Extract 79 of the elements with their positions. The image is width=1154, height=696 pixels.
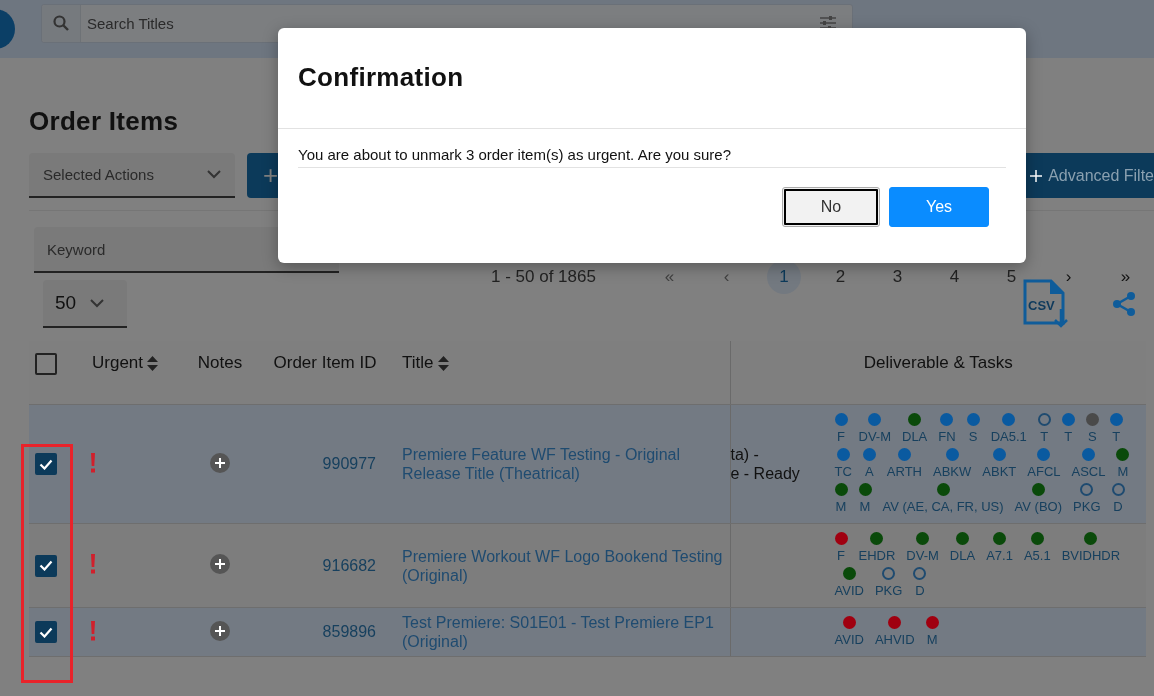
row-checkbox[interactable] bbox=[35, 554, 57, 577]
deliverable-label[interactable]: PKG bbox=[1073, 499, 1101, 515]
deliverable-label[interactable]: S bbox=[968, 429, 978, 445]
deliverable-label[interactable]: A7.1 bbox=[986, 548, 1013, 564]
sort-icon[interactable] bbox=[147, 355, 158, 371]
page-title: Order Items bbox=[29, 106, 180, 136]
deliverable-label[interactable]: PKG bbox=[874, 583, 903, 599]
plus-icon bbox=[1030, 169, 1043, 182]
check-icon bbox=[39, 458, 53, 470]
filter-sliders-icon[interactable] bbox=[819, 14, 837, 31]
deliverable-label[interactable]: DV-M bbox=[858, 429, 891, 445]
last-page-button[interactable]: » bbox=[1097, 262, 1154, 292]
deliverable-label[interactable]: A5.1 bbox=[1023, 548, 1051, 564]
deliverable-label[interactable]: BVIDHDR bbox=[1061, 548, 1121, 564]
deliverable-label[interactable]: S bbox=[1087, 429, 1097, 445]
chevron-down-icon bbox=[207, 170, 221, 179]
chevron-down-icon bbox=[90, 298, 105, 308]
deliverable-label[interactable]: AFCL bbox=[1027, 464, 1061, 480]
title-link[interactable]: Premiere Workout WF Logo Bookend Testing (Original) bbox=[402, 546, 729, 585]
check-icon bbox=[39, 560, 53, 571]
dialog-button[interactable]: No bbox=[782, 187, 880, 227]
deliverable-label[interactable]: T bbox=[1064, 429, 1073, 445]
order-item-id: 916682 bbox=[260, 523, 390, 608]
deliverable-label[interactable]: F bbox=[837, 429, 845, 445]
page-button[interactable]: 4 bbox=[926, 262, 983, 292]
deliverable-label[interactable]: M bbox=[926, 632, 938, 648]
column-header[interactable]: Urgent bbox=[92, 353, 143, 373]
cell-text: e - Ready bbox=[730, 464, 801, 483]
deliverable-label[interactable]: D bbox=[1113, 499, 1123, 515]
deliverable-label[interactable]: ARTH bbox=[886, 464, 922, 480]
dialog-button[interactable]: Yes bbox=[889, 187, 989, 227]
deliverable-label[interactable]: M bbox=[1117, 464, 1129, 480]
deliverable-label[interactable]: M bbox=[859, 499, 871, 515]
column-header: Order Item ID bbox=[273, 353, 377, 373]
order-item-id: 859896 bbox=[260, 607, 390, 657]
deliverable-label[interactable]: ABKW bbox=[933, 464, 972, 480]
deliverable-label[interactable]: ASCL bbox=[1071, 464, 1106, 480]
deliverable-label[interactable]: DLA bbox=[902, 429, 928, 445]
deliverable-label[interactable]: ABKT bbox=[982, 464, 1017, 480]
deliverable-label[interactable]: DV-M bbox=[906, 548, 939, 564]
deliverable-label[interactable]: T bbox=[1040, 429, 1049, 445]
deliverable-label[interactable]: AV (AE, CA, FR, US) bbox=[882, 499, 1004, 515]
deliverable-label[interactable]: DA5.1 bbox=[990, 429, 1027, 445]
deliverable-label[interactable]: FN bbox=[938, 429, 956, 445]
add-note-icon[interactable] bbox=[210, 620, 230, 641]
order-item-id: 990977 bbox=[260, 404, 390, 524]
deliverable-label[interactable]: AVID bbox=[834, 583, 864, 599]
deliverable-label[interactable]: TC bbox=[834, 464, 852, 480]
deliverable-label[interactable]: AVID bbox=[834, 632, 864, 648]
first-page-button[interactable]: « bbox=[641, 262, 698, 292]
deliverable-label[interactable]: M bbox=[835, 499, 847, 515]
selected-actions-dropdown[interactable]: Selected Actions bbox=[29, 153, 235, 198]
pagination-range: 1 - 50 of 1865 bbox=[491, 267, 597, 287]
deliverable-label[interactable]: F bbox=[837, 548, 845, 564]
search-icon[interactable] bbox=[53, 15, 69, 31]
previous-page-button[interactable]: ‹ bbox=[698, 262, 755, 292]
sort-icon[interactable] bbox=[437, 355, 449, 371]
deliverable-label[interactable]: D bbox=[915, 583, 925, 599]
column-header: Deliverable & Tasks bbox=[863, 353, 1013, 373]
deliverable-label[interactable]: T bbox=[1112, 429, 1121, 445]
add-note-icon[interactable] bbox=[210, 554, 230, 574]
row-checkbox[interactable] bbox=[35, 453, 57, 475]
select-all-checkbox[interactable] bbox=[35, 353, 57, 375]
page-button[interactable]: 3 bbox=[869, 262, 926, 292]
deliverable-label[interactable]: DLA bbox=[949, 548, 976, 564]
add-note-icon[interactable] bbox=[210, 452, 230, 473]
deliverable-label[interactable]: EHDR bbox=[858, 548, 896, 564]
page-button[interactable]: 2 bbox=[812, 262, 869, 292]
column-header: Notes bbox=[197, 353, 243, 373]
column-header[interactable]: Title bbox=[402, 353, 434, 373]
page-size-select[interactable]: 50 bbox=[43, 280, 127, 328]
dialog-title: Confirmation bbox=[297, 61, 465, 94]
cell-text: ta) - bbox=[730, 445, 760, 464]
row-checkbox[interactable] bbox=[35, 621, 57, 643]
dialog-message: You are about to unmark 3 order item(s) as urgent. Are you sure? bbox=[298, 146, 1006, 168]
check-icon bbox=[39, 626, 53, 638]
deliverable-label[interactable]: A bbox=[865, 464, 874, 480]
deliverable-label[interactable]: AV (BO) bbox=[1014, 499, 1063, 515]
deliverable-label[interactable]: AHVID bbox=[874, 632, 915, 648]
